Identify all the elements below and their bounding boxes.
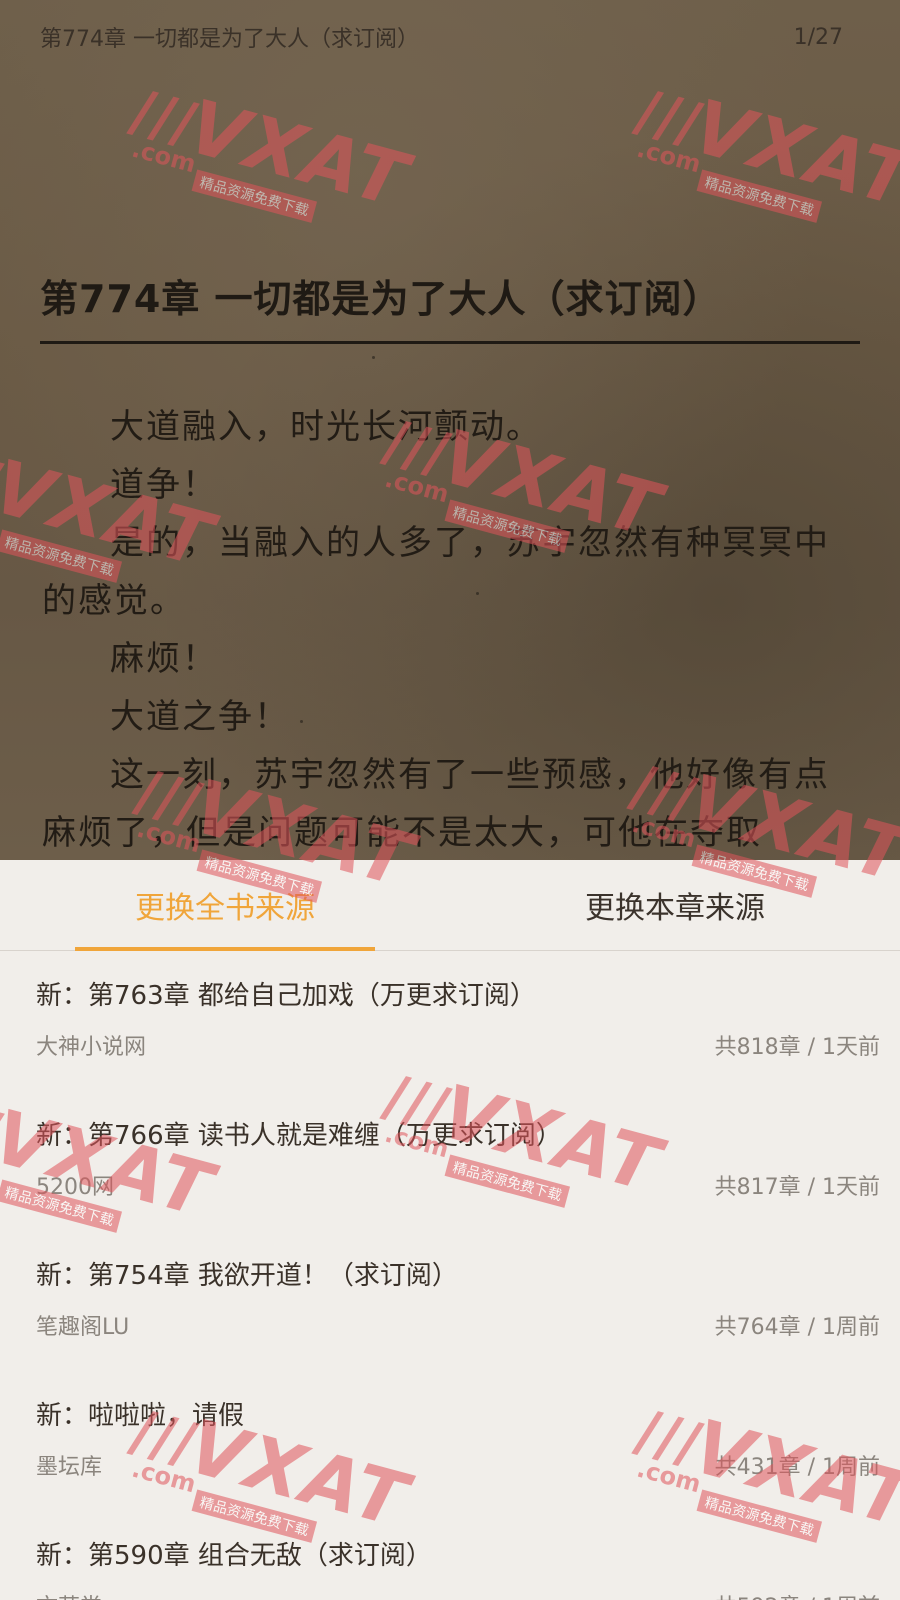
reader-header: 第774章 一切都是为了大人（求订阅） 1/27 xyxy=(40,20,843,54)
latest-chapter: 新：第763章 都给自己加戏（万更求订阅） xyxy=(36,981,536,1011)
reader-page[interactable]: 第774章 一切都是为了大人（求订阅） 1/27 第774章 一切都是为了大人（… xyxy=(0,0,900,860)
latest-chapter: 新：第754章 我欲开道！（求订阅） xyxy=(36,1261,458,1291)
latest-chapter: 新：第590章 组合无敌（求订阅） xyxy=(36,1541,432,1571)
tab-change-book-source[interactable]: 更换全书来源 xyxy=(0,860,450,951)
paragraph: 这一刻，苏宇忽然有了一些预感，他好像有点麻烦了，但是问题可能不是太大，可他在夺取 xyxy=(42,755,830,853)
paragraph: 麻烦！ xyxy=(110,639,218,679)
paragraph: 大道之争！ xyxy=(110,697,290,737)
tab-change-chapter-source[interactable]: 更换本章来源 xyxy=(450,860,900,950)
source-site: 笔趣阁LU xyxy=(36,1315,130,1340)
source-site: 大神小说网 xyxy=(36,1035,147,1060)
source-item[interactable]: 新：啦啦啦，请假 墨坛库 共431章 / 1周前 xyxy=(0,1371,900,1511)
page-indicator: 1/27 xyxy=(793,24,843,50)
source-item[interactable]: 新：第590章 组合无敌（求订阅） 文草堂 共592章 / 1周前 xyxy=(0,1511,900,1600)
source-meta: 共592章 / 1周前 xyxy=(715,1589,880,1600)
paragraph: 是的，当融入的人多了，苏宇忽然有种冥冥中的感觉。 xyxy=(42,523,830,621)
source-site: 墨坛库 xyxy=(36,1455,103,1480)
source-site: 5200网 xyxy=(36,1175,114,1200)
latest-chapter: 新：第766章 读书人就是难缠（万更求订阅） xyxy=(36,1121,562,1151)
source-meta: 共764章 / 1周前 xyxy=(714,1315,880,1340)
source-meta: 共817章 / 1天前 xyxy=(714,1175,880,1200)
source-item[interactable]: 新：第754章 我欲开道！（求订阅） 笔趣阁LU 共764章 / 1周前 xyxy=(0,1231,900,1371)
latest-chapter: 新：啦啦啦，请假 xyxy=(36,1401,245,1431)
paragraph: 道争！ xyxy=(110,465,218,505)
change-source-sheet: 更换全书来源 更换本章来源 新：第763章 都给自己加戏（万更求订阅） 大神小说… xyxy=(0,860,900,1600)
source-site: 文草堂 xyxy=(36,1589,102,1600)
source-tabs: 更换全书来源 更换本章来源 xyxy=(0,860,900,951)
source-item[interactable]: 新：第763章 都给自己加戏（万更求订阅） 大神小说网 共818章 / 1天前 xyxy=(0,951,900,1091)
chapter-body: 大道融入，时光长河颤动。 道争！ 是的，当融入的人多了，苏宇忽然有种冥冥中的感觉… xyxy=(42,398,860,860)
source-meta: 共431章 / 1周前 xyxy=(714,1455,880,1480)
source-list: 新：第763章 都给自己加戏（万更求订阅） 大神小说网 共818章 / 1天前 … xyxy=(0,951,900,1600)
header-chapter-title: 第774章 一切都是为了大人（求订阅） xyxy=(40,27,419,52)
chapter-title: 第774章 一切都是为了大人（求订阅） xyxy=(40,277,722,321)
title-divider xyxy=(40,341,860,344)
paper-speck xyxy=(372,356,375,359)
source-item[interactable]: 新：第766章 读书人就是难缠（万更求订阅） 5200网 共817章 / 1天前 xyxy=(0,1091,900,1231)
paragraph: 大道融入，时光长河颤动。 xyxy=(110,407,542,447)
source-meta: 共818章 / 1天前 xyxy=(714,1035,880,1060)
